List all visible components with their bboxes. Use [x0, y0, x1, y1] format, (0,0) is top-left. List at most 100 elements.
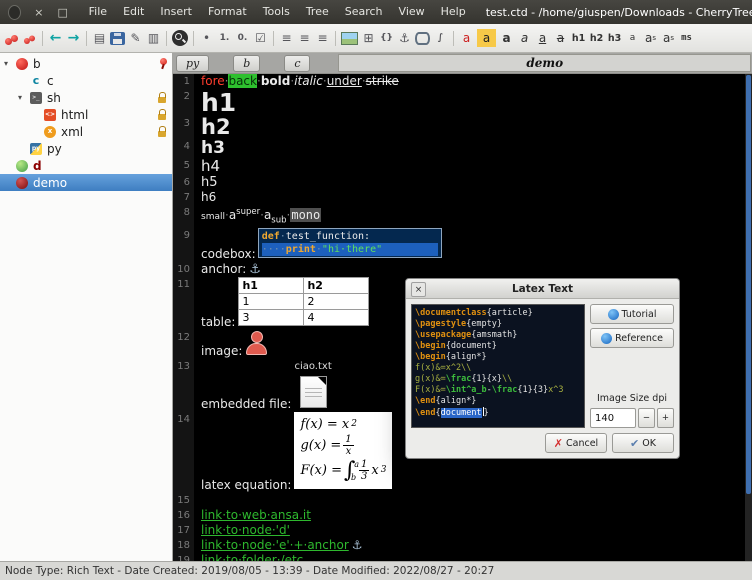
tree-node-sh[interactable]: ▾ >_ sh — [0, 89, 172, 106]
expander-arrow[interactable]: ▾ — [4, 59, 16, 68]
embedded-table[interactable]: h1 h2 1 2 3 — [238, 277, 369, 326]
window-menu-icon[interactable] — [8, 5, 21, 20]
dialog-close-button[interactable]: × — [411, 282, 426, 297]
insert-table-icon[interactable]: ⊞ — [361, 29, 376, 47]
align-left-icon[interactable]: ≡ — [279, 29, 294, 47]
numbered-list-icon[interactable]: 1. — [217, 29, 232, 47]
bullet-list-icon[interactable]: • — [199, 29, 214, 47]
node-label: c — [47, 74, 157, 88]
link-to-node-e-anchor[interactable]: link·to·node·'e'·+·anchor — [201, 538, 349, 552]
bg-color-icon[interactable]: a — [477, 29, 496, 47]
cherries-icon[interactable] — [4, 30, 19, 46]
align-right-icon[interactable]: ≡ — [315, 29, 330, 47]
nodes-expand-icon[interactable]: ▥ — [146, 29, 161, 47]
recent-node-buttons: py b c — [176, 53, 334, 73]
text-segment: f(x)&=x^2\\ — [415, 363, 471, 373]
link-to-node-d[interactable]: link·to·node·'d' — [201, 523, 290, 537]
status-bar: Node Type: Rich Text - Date Created: 201… — [0, 561, 752, 580]
cancel-button[interactable]: ✗ Cancel — [545, 433, 607, 453]
node-edit-icon[interactable]: ✎ — [128, 29, 143, 47]
eq-f: f(x) = x — [300, 417, 349, 432]
small-text-icon[interactable]: a — [625, 29, 640, 47]
strikethrough-icon[interactable]: a — [553, 29, 568, 47]
tree-node-xml[interactable]: x xml — [0, 123, 172, 140]
codebox[interactable]: def·test_function:····print·"hi·there" — [258, 228, 442, 258]
insert-anchor-icon[interactable]: ⚓ — [397, 29, 412, 47]
menu-tree[interactable]: Tree — [298, 0, 337, 24]
editor-line: 15 — [173, 493, 745, 508]
align-center-icon[interactable]: ≡ — [297, 29, 312, 47]
todo-list-icon[interactable]: 0. — [235, 29, 250, 47]
eq-integral: ∫ab — [344, 460, 357, 482]
expander-arrow[interactable]: ▾ — [18, 93, 30, 102]
anchor-icon[interactable]: ⚓ — [249, 262, 261, 277]
subscript-icon[interactable]: a — [661, 29, 676, 47]
insert-latex-icon[interactable]: ∫ — [433, 29, 448, 47]
reference-button[interactable]: Reference — [590, 328, 674, 348]
h3-icon[interactable]: h3 — [607, 29, 622, 47]
tree-node-py[interactable]: py py — [0, 140, 172, 157]
tree-node-c[interactable]: c c — [0, 72, 172, 89]
line-number: 7 — [173, 190, 194, 205]
node-icon: x — [44, 126, 56, 138]
insert-codebox-icon[interactable]: {} — [379, 29, 394, 47]
tree-node-d[interactable]: d — [0, 157, 172, 174]
recent-node-button-py[interactable]: py — [176, 55, 209, 72]
tree-node-html[interactable]: <> html — [0, 106, 172, 123]
menu-help[interactable]: Help — [433, 0, 474, 24]
insert-link-icon[interactable] — [415, 32, 430, 45]
fg-color-icon[interactable]: a — [459, 29, 474, 47]
monospace-icon[interactable]: ms — [679, 29, 694, 47]
latex-equation-image[interactable]: f(x) = x2 g(x) =1x F(x) =∫ab13x3 — [294, 412, 392, 489]
menu-insert[interactable]: Insert — [152, 0, 200, 24]
h1-sample: h1 — [201, 88, 236, 117]
close-window-button[interactable]: × — [33, 6, 45, 19]
underline-icon[interactable]: a — [535, 29, 550, 47]
dpi-decrease-button[interactable]: − — [638, 408, 655, 428]
h1-icon[interactable]: h1 — [571, 29, 586, 47]
node-icon: >_ — [30, 92, 42, 104]
h2-icon[interactable]: h2 — [589, 29, 604, 47]
recent-node-button-b[interactable]: b — [233, 55, 260, 72]
menu-tools[interactable]: Tools — [255, 0, 298, 24]
codebox-code-line-selected: ····print·"hi·there" — [262, 243, 438, 256]
embedded-file[interactable]: ciao.txt — [294, 359, 331, 408]
maximize-window-button[interactable]: □ — [57, 6, 69, 19]
text-segment: \begin — [415, 341, 446, 351]
menu-format[interactable]: Format — [200, 0, 255, 24]
menu-view[interactable]: View — [391, 0, 433, 24]
insert-image-icon[interactable] — [341, 32, 358, 45]
bold-icon[interactable]: a — [499, 29, 514, 47]
text-segment: {1}{3} — [517, 385, 548, 395]
italic-icon[interactable]: a — [517, 29, 532, 47]
latex-source-editor[interactable]: \documentclass{article} \pagestyle{empty… — [411, 304, 585, 428]
tree-node-b[interactable]: ▾ b — [0, 55, 172, 72]
embedded-image-person[interactable] — [245, 330, 268, 355]
link-to-folder-etc[interactable]: link·to·folder·/etc — [201, 553, 303, 561]
menu-edit[interactable]: Edit — [115, 0, 152, 24]
line-number: 19 — [173, 553, 194, 561]
tutorial-button[interactable]: Tutorial — [590, 304, 674, 324]
menu-search[interactable]: Search — [337, 0, 391, 24]
tree-node-demo[interactable]: demo — [0, 174, 172, 191]
link-to-web-ansa[interactable]: link·to·web·ansa.it — [201, 508, 311, 522]
ok-button[interactable]: ✔ OK — [612, 433, 674, 453]
tree-panel-toggle-icon[interactable]: ▤ — [92, 29, 107, 47]
cherrytree-window: × □ FileEditInsertFormatToolsTreeSearchV… — [0, 0, 752, 580]
go-back-icon[interactable]: ← — [48, 29, 63, 47]
dpi-increase-button[interactable]: + — [657, 408, 674, 428]
node-tree-panel[interactable]: ▾ b c c ▾ >_ sh — [0, 53, 173, 561]
cherries-add-icon[interactable] — [23, 31, 36, 45]
superscript-icon[interactable]: a — [643, 29, 658, 47]
text-segment: sub — [271, 215, 286, 225]
checklist-icon[interactable]: ☑ — [253, 29, 268, 47]
go-forward-icon[interactable]: → — [66, 29, 81, 47]
editor-scrollbar[interactable] — [745, 74, 752, 561]
dpi-input[interactable]: 140 — [590, 408, 636, 428]
text-segment: under — [327, 74, 362, 88]
menu-file[interactable]: File — [81, 0, 115, 24]
recent-node-button-c[interactable]: c — [284, 55, 310, 72]
find-icon[interactable] — [172, 30, 188, 46]
scrollbar-thumb[interactable] — [746, 75, 751, 494]
save-icon[interactable] — [110, 32, 125, 45]
